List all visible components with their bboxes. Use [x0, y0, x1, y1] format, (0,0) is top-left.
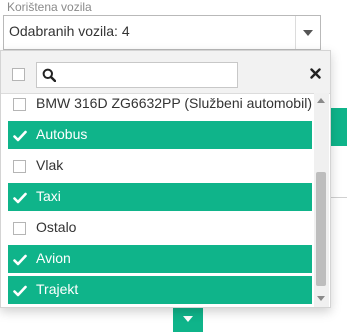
- check-icon: [13, 130, 27, 142]
- list-item[interactable]: Ostalo: [8, 214, 312, 242]
- background-expand-button[interactable]: [173, 304, 203, 332]
- scroll-thumb[interactable]: [316, 172, 326, 286]
- search-icon: [42, 68, 56, 82]
- select-toggle-button[interactable]: [295, 16, 320, 49]
- list-item[interactable]: Autobus: [8, 121, 312, 149]
- list-item[interactable]: Avion: [8, 245, 312, 273]
- vehicles-select-value: Odabranih vozila: 4: [9, 23, 130, 39]
- dropdown-search-row: [1, 51, 330, 94]
- option-checkbox[interactable]: [13, 160, 26, 173]
- close-icon: [309, 67, 321, 79]
- check-icon: [13, 192, 27, 204]
- chevron-down-icon: [303, 29, 313, 36]
- scroll-down-icon[interactable]: [317, 296, 325, 301]
- list-item-label: Trajekt: [36, 281, 79, 297]
- list-item[interactable]: Vlak: [8, 152, 312, 180]
- list-item-label: Avion: [36, 250, 71, 266]
- search-field[interactable]: [36, 62, 238, 88]
- check-icon: [13, 285, 27, 297]
- vehicles-dropdown: BMW 316D ZG6632PP (Službeni automobil) Au…: [0, 50, 331, 308]
- scroll-up-icon[interactable]: [317, 98, 325, 103]
- list-item-label: Autobus: [36, 126, 88, 142]
- list-item-label: Vlak: [36, 157, 64, 173]
- list-item-label: Taxi: [36, 188, 61, 204]
- list-item[interactable]: Taxi: [8, 183, 312, 211]
- search-input[interactable]: [61, 63, 233, 87]
- clear-selection-button[interactable]: [307, 65, 323, 81]
- options-list: BMW 316D ZG6632PP (Službeni automobil) Au…: [1, 93, 314, 307]
- chevron-down-icon: [183, 316, 193, 322]
- option-checkbox[interactable]: [13, 222, 26, 235]
- list-item[interactable]: BMW 316D ZG6632PP (Službeni automobil): [8, 93, 312, 118]
- vehicles-field-label: Korištena vozila: [7, 0, 92, 14]
- list-scrollbar[interactable]: [314, 93, 329, 307]
- list-item-label: BMW 316D ZG6632PP (Službeni automobil): [36, 95, 312, 111]
- check-icon: [13, 254, 27, 266]
- vehicles-select[interactable]: Odabranih vozila: 4: [3, 15, 321, 50]
- select-all-checkbox[interactable]: [12, 68, 25, 81]
- list-item[interactable]: Trajekt: [8, 276, 312, 304]
- option-checkbox[interactable]: [13, 98, 26, 111]
- list-item-label: Ostalo: [36, 219, 77, 235]
